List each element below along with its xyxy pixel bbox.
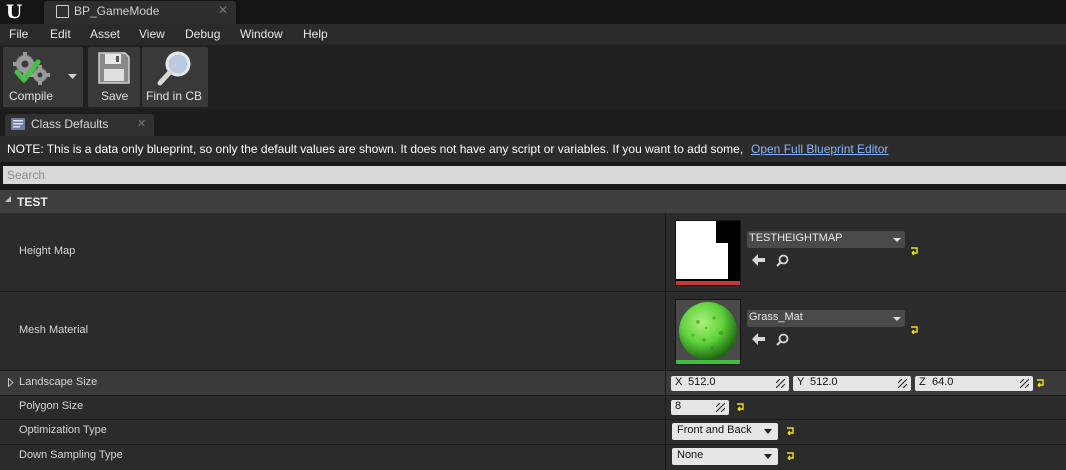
menu-view[interactable]: View [139, 27, 165, 41]
property-row-polygon-size [0, 396, 1066, 419]
grass-material-sphere-preview [676, 300, 740, 364]
open-full-editor-link[interactable]: Open Full Blueprint Editor [751, 142, 888, 156]
down-sampling-type-label: Down Sampling Type [19, 449, 123, 461]
column-splitter[interactable] [665, 213, 666, 470]
property-row-optimization-type [0, 420, 1066, 444]
chevron-down-icon[interactable] [68, 74, 77, 80]
unreal-logo-icon[interactable]: U [3, 0, 25, 24]
menu-asset[interactable]: Asset [90, 27, 120, 41]
reset-to-default-icon[interactable] [786, 452, 795, 460]
panel-tab-bar [0, 109, 1066, 136]
polygon-size-value: 8 [675, 400, 682, 412]
panel-tab-label: Class Defaults [31, 117, 109, 131]
drag-resize-icon [776, 379, 785, 388]
polygon-size-label: Polygon Size [19, 400, 84, 412]
height-map-texture-preview [676, 221, 740, 285]
compile-label: Compile [9, 89, 54, 103]
arrow-left-icon[interactable] [752, 254, 766, 266]
blueprint-book-icon [56, 5, 69, 18]
landscape-size-label: Landscape Size [19, 376, 98, 388]
drag-resize-icon [716, 403, 725, 412]
close-icon[interactable]: ✕ [137, 117, 146, 130]
find-in-cb-label: Find in CB [146, 89, 203, 103]
reset-to-default-icon[interactable] [1036, 379, 1045, 387]
chevron-down-icon [893, 238, 901, 242]
chevron-down-icon [893, 317, 901, 321]
search-input[interactable] [3, 166, 1066, 184]
gear-check-icon [13, 52, 50, 85]
mesh-material-asset-name: Grass_Mat [749, 311, 803, 323]
height-map-label: Height Map [19, 245, 76, 257]
chevron-down-icon [764, 454, 772, 459]
menu-window[interactable]: Window [240, 27, 283, 41]
property-row-height-map [0, 213, 1066, 291]
save-label: Save [101, 89, 129, 103]
reset-to-default-icon[interactable] [910, 326, 919, 334]
magnifier-icon [157, 51, 191, 86]
landscape-size-y-value: 512.0 [810, 376, 838, 388]
document-tab-label: BP_GameMode [74, 4, 160, 18]
reset-to-default-icon[interactable] [786, 427, 795, 435]
mesh-material-label: Mesh Material [19, 324, 89, 336]
menu-debug[interactable]: Debug [185, 27, 220, 41]
landscape-size-z-value: 64.0 [932, 376, 954, 388]
collapse-arrow-icon[interactable] [5, 196, 11, 202]
chevron-down-icon [764, 429, 772, 434]
down-sampling-type-value: None [677, 449, 704, 461]
landscape-size-x-value: 512.0 [688, 376, 716, 388]
optimization-type-label: Optimization Type [19, 424, 107, 436]
menu-edit[interactable]: Edit [50, 27, 71, 41]
category-header-test[interactable] [0, 190, 1066, 213]
property-row-mesh-material [0, 292, 1066, 370]
z-axis-label: Z [919, 376, 926, 388]
y-axis-label: Y [797, 376, 805, 388]
floppy-disk-icon [98, 52, 130, 84]
details-panel-icon [11, 118, 25, 130]
close-icon[interactable]: ✕ [218, 3, 228, 17]
notice-text: NOTE: This is a data only blueprint, so … [7, 142, 744, 156]
drag-resize-icon [1020, 379, 1029, 388]
arrow-left-icon[interactable] [752, 333, 766, 345]
search-icon[interactable] [776, 254, 789, 267]
reset-to-default-icon[interactable] [910, 247, 919, 255]
height-map-asset-name: TESTHEIGHTMAP [749, 232, 843, 244]
property-row-down-sampling-type [0, 445, 1066, 470]
optimization-type-value: Front and Back [677, 424, 752, 436]
reset-to-default-icon[interactable] [736, 403, 745, 411]
drag-resize-icon [898, 379, 907, 388]
menu-file[interactable]: File [9, 27, 28, 41]
category-label: TEST [17, 195, 48, 209]
search-icon[interactable] [776, 333, 789, 346]
menu-help[interactable]: Help [303, 27, 328, 41]
expand-arrow-icon[interactable] [8, 378, 14, 387]
x-axis-label: X [675, 376, 683, 388]
